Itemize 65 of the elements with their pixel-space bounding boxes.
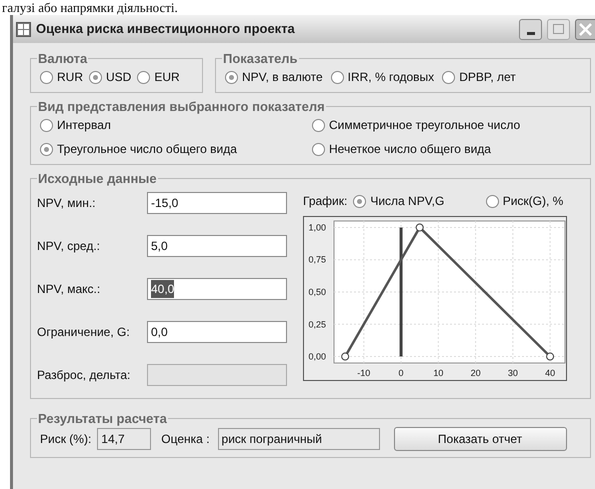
- input-field[interactable]: -15,0: [147, 192, 287, 214]
- group-title: Результаты расчета: [37, 411, 168, 426]
- data-point: [416, 223, 424, 232]
- radio-option[interactable]: DPBP, лет: [442, 68, 516, 86]
- x-tick-label: 30: [508, 368, 518, 378]
- input-field[interactable]: 5,0: [147, 235, 287, 257]
- radio-button[interactable]: [312, 118, 325, 132]
- field-label: NPV, мин.:: [37, 195, 96, 212]
- radio-option[interactable]: RUR: [40, 68, 83, 86]
- group-title: Вид представления выбранного показателя: [37, 99, 326, 114]
- radio-button[interactable]: [40, 70, 53, 84]
- assessment-value: риск пограничный: [218, 428, 380, 450]
- window-title: Оценка риска инвестиционного проекта: [36, 20, 296, 38]
- field-label: NPV, макс.:: [37, 281, 102, 298]
- y-tick-label: 0,50: [308, 287, 326, 297]
- radio-option[interactable]: Интервал: [40, 116, 312, 134]
- y-tick-label: 0,25: [308, 319, 326, 330]
- radio-button[interactable]: [40, 118, 53, 132]
- close-button[interactable]: [575, 18, 595, 40]
- radio-option[interactable]: EUR: [137, 68, 180, 86]
- group-title: Исходные данные: [37, 171, 158, 186]
- x-tick-label: 40: [545, 368, 556, 378]
- maximize-button[interactable]: [547, 18, 570, 40]
- radio-button[interactable]: [225, 70, 238, 84]
- app-icon: [16, 22, 31, 36]
- x-tick-label: 0: [398, 368, 404, 378]
- data-point: [341, 352, 350, 361]
- field-label: NPV, сред.:: [37, 238, 101, 255]
- radio-button[interactable]: [89, 70, 102, 84]
- radio-button[interactable]: [486, 194, 499, 208]
- risk-value: 14,7: [97, 428, 152, 450]
- y-tick-label: 0,00: [308, 352, 326, 362]
- x-tick-label: 10: [433, 368, 444, 378]
- minimize-button[interactable]: [519, 18, 542, 40]
- input-field[interactable]: 0,0: [147, 321, 287, 343]
- radio-option[interactable]: IRR, % годовых: [330, 68, 434, 86]
- close-icon: [579, 22, 592, 36]
- radio-option[interactable]: USD: [89, 68, 132, 86]
- radio-button[interactable]: [442, 70, 456, 84]
- y-tick-label: 0,75: [308, 254, 326, 265]
- x-tick-label: 20: [470, 368, 481, 378]
- assessment-label: Оценка :: [161, 431, 210, 448]
- report-button[interactable]: Показать отчет: [394, 427, 567, 451]
- input-field[interactable]: 40,0: [147, 278, 287, 300]
- radio-button[interactable]: [312, 142, 325, 156]
- radio-button[interactable]: [330, 70, 344, 84]
- radio-button[interactable]: [137, 70, 150, 84]
- radio-button[interactable]: [40, 142, 53, 156]
- risk-label: Риск (%):: [40, 431, 92, 448]
- x-tick-label: -10: [357, 368, 370, 378]
- radio-option[interactable]: Нечеткое число общего вида: [312, 140, 584, 158]
- field-label: Ограничение, G:: [37, 324, 131, 341]
- caption-text: галузі або напрямки діяльності.: [1, 0, 178, 15]
- field-label: Разброс, дельта:: [37, 367, 132, 384]
- y-tick-label: 1,00: [308, 222, 326, 232]
- radio-option[interactable]: Симметричное треугольное число: [312, 116, 584, 134]
- group-title: Валюта: [37, 51, 88, 66]
- group-title: Показатель: [222, 51, 299, 66]
- radio-option[interactable]: Треугольное число общего вида: [40, 140, 312, 158]
- chart-label: График:: [303, 193, 348, 210]
- radio-option[interactable]: Числа NPV,G: [353, 192, 444, 210]
- data-point: [546, 352, 554, 361]
- radio-option[interactable]: Риск(G), %: [486, 192, 564, 210]
- radio-option[interactable]: NPV, в валюте: [225, 68, 323, 86]
- radio-button[interactable]: [353, 194, 366, 208]
